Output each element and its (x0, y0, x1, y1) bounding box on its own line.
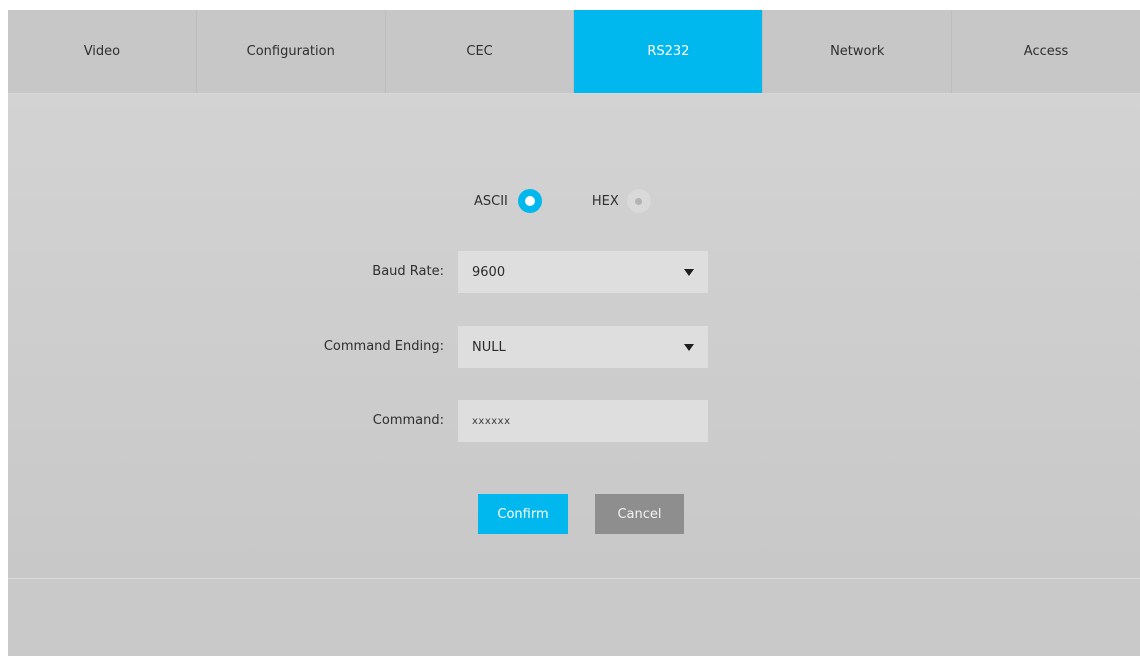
ascii-label: ASCII (474, 193, 508, 209)
chevron-down-icon (684, 343, 694, 351)
tab-cec[interactable]: CEC (386, 10, 575, 93)
radio-selected-dot (524, 196, 535, 206)
mode-selector: ASCII HEX (474, 189, 651, 213)
hex-radio[interactable] (626, 189, 651, 213)
tab-video[interactable]: Video (8, 10, 197, 93)
ascii-radio[interactable] (517, 189, 542, 213)
tab-configuration[interactable]: Configuration (197, 10, 386, 93)
command-ending-value: NULL (472, 339, 506, 355)
tab-rs232[interactable]: RS232 (574, 10, 764, 93)
cancel-button[interactable]: Cancel (595, 494, 684, 534)
baud-rate-label: Baud Rate: (372, 264, 444, 279)
tab-network[interactable]: Network (763, 10, 953, 93)
baud-rate-value: 9600 (472, 264, 506, 280)
command-label: Command: (372, 413, 444, 428)
command-input[interactable]: xxxxxx (458, 400, 708, 442)
chevron-down-icon (684, 268, 694, 276)
hex-label: HEX (591, 193, 619, 209)
baud-rate-select[interactable]: 9600 (458, 251, 708, 293)
rs232-settings-panel: ASCII HEX Baud Rate: 9600 Command Ending… (8, 94, 1140, 579)
confirm-button[interactable]: Confirm (478, 494, 568, 534)
footer-area (8, 580, 1140, 656)
tab-bar: Video Configuration CEC RS232 Network Ac… (8, 10, 1140, 94)
radio-unselected-dot (635, 197, 643, 205)
app-frame: Video Configuration CEC RS232 Network Ac… (8, 10, 1140, 656)
tab-access[interactable]: Access (952, 10, 1140, 93)
command-ending-label: Command Ending: (323, 339, 444, 354)
command-ending-select[interactable]: NULL (458, 326, 708, 368)
command-value: xxxxxx (472, 415, 511, 427)
